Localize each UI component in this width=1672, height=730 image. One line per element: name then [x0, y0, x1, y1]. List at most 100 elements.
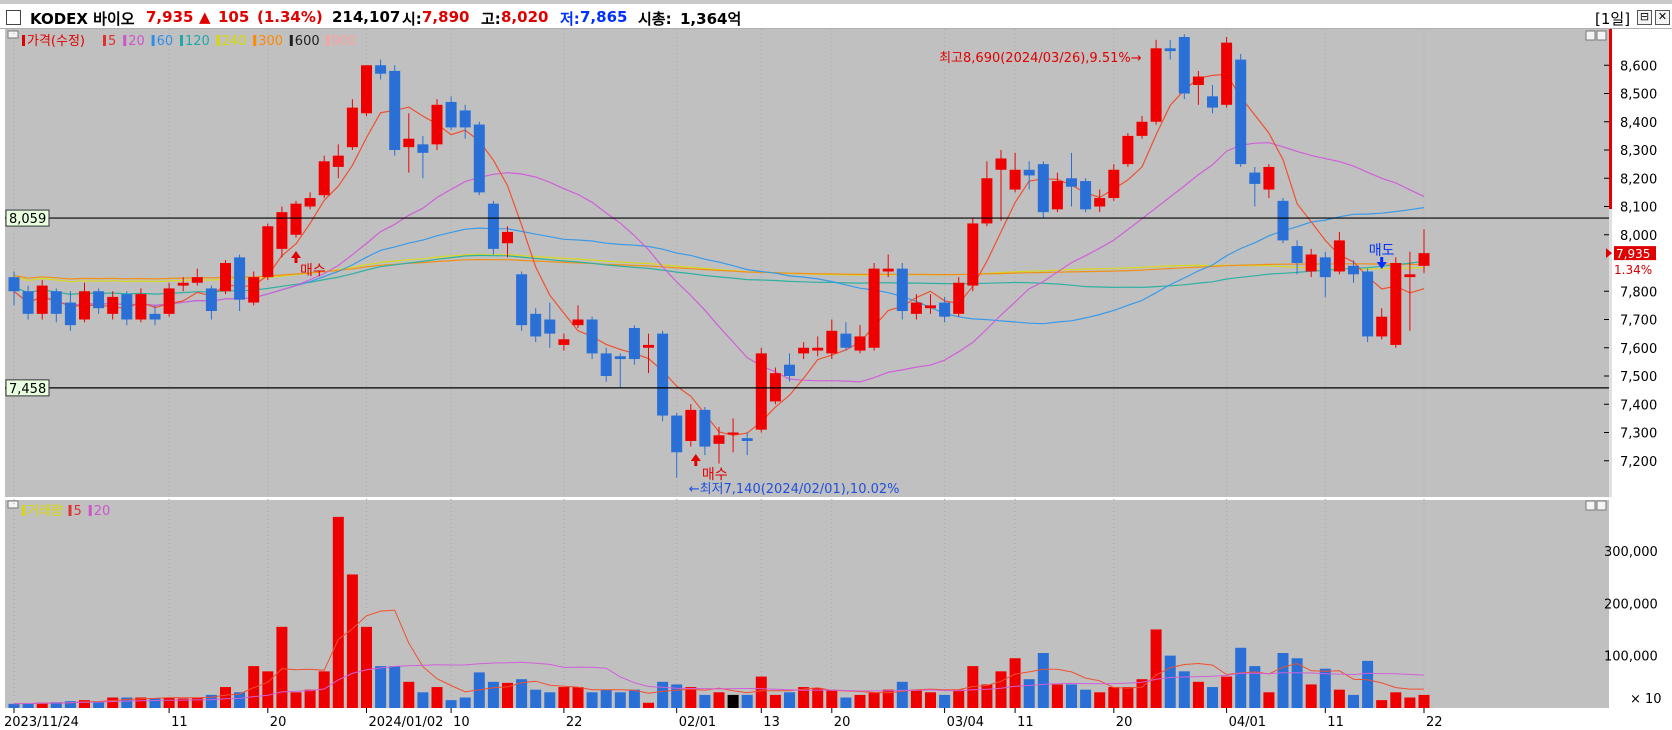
- sell-arrow-icon: [1380, 257, 1384, 262]
- candle-body: [191, 277, 203, 283]
- candle-body: [1178, 37, 1190, 94]
- candle-body: [177, 282, 189, 286]
- volume-bar: [572, 687, 584, 708]
- legend-label: 120: [185, 34, 210, 49]
- candle-body: [713, 435, 725, 444]
- price-tick-label: 8,000: [1620, 229, 1657, 244]
- price-tick-label: 7,200: [1620, 455, 1657, 470]
- volume-bar: [910, 689, 922, 708]
- low-annotation: ←최저7,140(2024/02/01),10.02%: [689, 482, 900, 497]
- volume-unit-label: × 10: [1630, 692, 1662, 707]
- price-panel-min-icon[interactable]: [1585, 30, 1596, 41]
- volume-bar: [826, 689, 838, 708]
- volume-bar: [290, 692, 302, 708]
- volume-bar: [628, 689, 640, 708]
- volume-bar: [939, 694, 951, 708]
- price-tick-label: 7,600: [1620, 342, 1657, 357]
- volume-bar: [431, 687, 443, 708]
- price-tick-label: 8,200: [1620, 172, 1657, 187]
- stock-header: KODEX 바이오 7,935 ▲ 105 (1.34%) 214,107 시:…: [0, 4, 1672, 29]
- legend-swatch: [123, 35, 127, 46]
- low-value: 7,865: [580, 8, 628, 26]
- volume-bar: [262, 671, 274, 708]
- volume-bar: [530, 689, 542, 708]
- candle-body: [50, 291, 62, 314]
- volume-bar: [1277, 653, 1289, 708]
- volume-bar: [1390, 692, 1402, 708]
- chart-svg: 8,059 7,458 가격(수정) 5 20 60 120 240 300 600 900 거…: [0, 29, 1672, 730]
- candle-body: [1333, 240, 1345, 272]
- volume-bar: [995, 671, 1007, 708]
- x-tick-label: 2023/11/24: [4, 715, 79, 730]
- candle-body: [1080, 181, 1092, 210]
- volume-bar: [487, 681, 499, 708]
- candle-body: [318, 161, 330, 196]
- volume-panel-close-icon[interactable]: [1596, 500, 1607, 511]
- candle-body: [93, 291, 105, 309]
- candle-body: [600, 353, 612, 376]
- volume-bar: [191, 697, 203, 708]
- candle-body: [1221, 42, 1233, 105]
- candle-body: [727, 432, 739, 435]
- candle-body: [431, 104, 443, 145]
- volume-bar: [375, 666, 387, 708]
- candle-body: [1051, 181, 1063, 210]
- candle-body: [925, 305, 936, 309]
- volume-bar: [1333, 689, 1345, 708]
- volume-panel-menu-icon[interactable]: [7, 500, 19, 509]
- x-tick-label: 11: [1017, 715, 1034, 730]
- candle-body: [1192, 76, 1204, 86]
- price-tick-label: 8,500: [1620, 88, 1657, 103]
- price-panel-menu-icon[interactable]: [7, 30, 19, 39]
- legend-label: 60: [157, 34, 174, 49]
- candle-body: [1164, 48, 1176, 52]
- candle-body: [290, 203, 302, 235]
- low-label: 저:: [560, 10, 580, 28]
- candle-body: [1362, 271, 1374, 337]
- price-scrollbar-thumb[interactable]: [1609, 29, 1612, 209]
- candle-body: [445, 101, 457, 128]
- volume-bar: [614, 692, 626, 708]
- candle-body: [741, 438, 753, 441]
- candle-body: [657, 333, 669, 416]
- candle-body: [121, 294, 133, 320]
- candle-body: [304, 198, 316, 207]
- candle-body: [558, 339, 570, 345]
- volume-bar: [755, 676, 767, 708]
- volume-bar: [304, 689, 316, 708]
- candle-body: [1390, 263, 1402, 345]
- candle-body: [403, 138, 415, 148]
- volume-bar: [586, 692, 598, 708]
- restore-button[interactable]: ⊟: [1637, 10, 1652, 25]
- legend-swatch: [103, 35, 106, 46]
- price-tick-label: 8,400: [1620, 116, 1657, 131]
- volume-bar: [1051, 684, 1063, 708]
- close-button[interactable]: ✕: [1655, 10, 1670, 25]
- volume-bar: [1080, 689, 1092, 708]
- period-selector[interactable]: [1일]: [1595, 8, 1630, 29]
- legend-label: 20: [128, 34, 145, 49]
- x-tick-label: 2024/01/02: [369, 715, 444, 730]
- candle-body: [375, 65, 387, 74]
- select-checkbox[interactable]: [6, 10, 21, 25]
- x-tick-label: 13: [763, 715, 780, 730]
- volume-bar: [925, 692, 936, 708]
- high-label: 고:: [481, 10, 501, 28]
- candle-body: [939, 302, 951, 317]
- candle-body: [896, 268, 908, 312]
- volume-bar: [840, 697, 852, 708]
- candle-body: [234, 257, 246, 300]
- high-annotation: 최고8,690(2024/03/26),9.51%→: [939, 51, 1142, 66]
- legend-swatch: [253, 35, 257, 46]
- change-percent: (1.34%): [257, 8, 323, 26]
- candle-body: [812, 347, 824, 351]
- candle-body: [163, 288, 175, 314]
- price-panel-close-icon[interactable]: [1596, 30, 1607, 41]
- current-price: 7,935: [146, 8, 194, 26]
- volume-panel-min-icon[interactable]: [1585, 500, 1596, 511]
- volume-bar: [1235, 647, 1247, 708]
- legend-swatch: [68, 505, 72, 516]
- volume-bar: [600, 689, 612, 708]
- lower-hline-label: 7,458: [5, 379, 50, 397]
- candle-body: [220, 263, 231, 292]
